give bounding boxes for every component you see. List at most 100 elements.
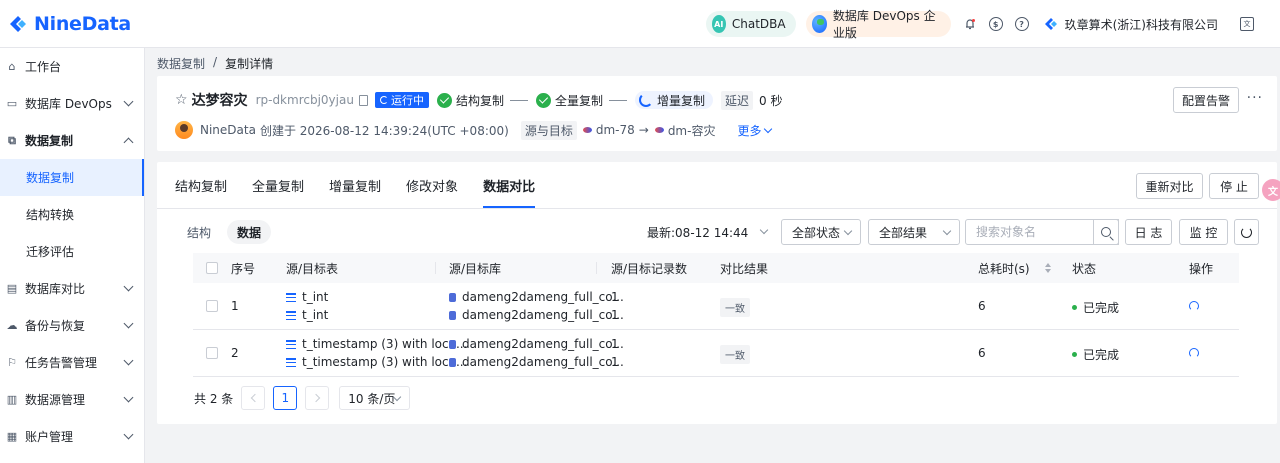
seg-data[interactable]: 数据 [227,220,272,244]
sidebar-item-db-compare[interactable]: ▤ 数据库对比 [0,270,144,307]
sidebar-item-label: 数据复制 [25,134,74,148]
chevron-down-icon [942,226,952,236]
row-no: 2 [231,346,239,360]
sidebar-item-backup[interactable]: ☁ 备份与恢复 [0,307,144,344]
tab-schema-replication[interactable]: 结构复制 [175,162,227,208]
sidebar-item-label: 任务告警管理 [25,356,98,370]
help-icon[interactable]: ? [1014,17,1029,31]
sidebar-item-alarm[interactable]: ⚐ 任务告警管理 [0,344,144,381]
source-table[interactable]: t_timestamp (3) with loca... [302,337,467,351]
target-table[interactable]: t_timestamp (3) with loca... [302,355,467,369]
more-options-icon[interactable]: ··· [1247,90,1263,106]
result-badge: 一致 [720,345,750,364]
sidebar-item-datasource[interactable]: ▥ 数据源管理 [0,381,144,418]
monitor-button[interactable]: 监 控 [1179,219,1228,245]
loading-icon [379,96,388,104]
tab-full-replication[interactable]: 全量复制 [252,162,304,208]
breadcrumb-separator: / [213,55,218,69]
sidebar-item-workbench[interactable]: ⌂ 工作台 [0,48,144,85]
account-icon: ▦ [6,430,18,443]
tab-incremental-replication[interactable]: 增量复制 [329,162,381,208]
breadcrumb-parent[interactable]: 数据复制 [157,55,205,72]
chevron-down-icon [843,226,853,236]
step-label: 增量复制 [656,93,705,108]
sidebar-item-devops[interactable]: ▭ 数据库 DevOps [0,85,144,122]
sidebar-item-label: 备份与恢复 [25,319,86,333]
devops-edition-label: 数据库 DevOps 企业版 [832,9,936,40]
org-logo-icon [1044,18,1057,30]
next-page-button[interactable] [305,386,330,410]
dollar-icon[interactable]: $ [988,17,1003,31]
alarm-icon: ⚐ [7,356,17,369]
row-checkbox[interactable] [206,300,218,312]
col-status: 状态 [1072,261,1097,276]
page-button[interactable]: 1 [273,386,298,410]
latest-value: 08-12 14:44 [675,225,749,240]
recompare-row-icon[interactable] [1189,348,1199,358]
org-name: 玖章算术(浙江)科技有限公司 [1064,17,1218,32]
target-table[interactable]: t_int [302,308,328,322]
page-size-value: 10 条/页 [348,391,396,406]
result-filter-select[interactable]: 全部结果 [868,219,960,245]
prev-page-button[interactable] [241,386,266,410]
app-logo[interactable]: NineData [8,13,131,35]
source-db[interactable]: dm-78 [596,123,635,137]
configure-alarm-button[interactable]: 配置告警 [1173,87,1239,113]
source-count: 1 [611,337,619,351]
devops-edition-button[interactable]: 数据库 DevOps 企业版 [805,9,951,40]
sidebar-sub-replication[interactable]: 数据复制 [0,159,144,196]
result-badge: 一致 [720,298,750,317]
chatdba-label: ChatDBA [731,17,786,31]
log-button[interactable]: 日 志 [1125,219,1172,245]
page-size-select[interactable]: 10 条/页 [339,386,411,410]
col-duration: 总耗时(s) [978,261,1030,276]
step-schema: 结构复制 [436,92,504,109]
compare-icon: ▤ [6,282,18,295]
translate-icon[interactable]: 文 [1240,17,1254,31]
translate-float-icon[interactable]: 文 [1262,179,1280,201]
col-action: 操作 [1189,261,1214,276]
step-label: 全量复制 [554,93,603,108]
success-dot-icon [1072,305,1077,310]
more-label: 更多 [737,123,762,138]
chatdba-button[interactable]: AI ChatDBA [705,11,796,37]
row-no: 1 [231,299,239,313]
bell-icon[interactable] [963,17,977,31]
step-connector [509,99,528,101]
chevron-down-icon [123,281,134,292]
sidebar-item-replication[interactable]: ⧉ 数据复制 [0,122,144,159]
recompare-row-icon[interactable] [1189,301,1199,311]
more-link[interactable]: 更多 [737,122,773,139]
refresh-button[interactable] [1234,219,1259,245]
compare-card: 结构复制 全量复制 增量复制 修改对象 数据对比 重新对比 停 止 结构 数据 … [157,162,1277,424]
tab-data-compare[interactable]: 数据对比 [483,162,536,208]
chevron-left-icon [250,393,260,403]
search-button[interactable] [1093,219,1119,245]
row-checkbox[interactable] [206,347,218,359]
select-all-checkbox[interactable] [206,262,218,274]
sidebar: ⌂ 工作台 ▭ 数据库 DevOps ⧉ 数据复制 数据复制 结构转换 迁移评估… [0,48,145,463]
stop-button[interactable]: 停 止 [1209,173,1259,199]
source-table[interactable]: t_int [302,290,328,304]
chevron-up-icon [123,137,134,148]
copy-icon[interactable] [358,94,368,106]
target-db[interactable]: dm-容灾 [668,122,716,139]
table-row: 2 t_timestamp (3) with loca... t_timesta… [193,330,1239,377]
sidebar-sub-schema-convert[interactable]: 结构转换 [0,196,144,233]
seg-structure[interactable]: 结构 [177,220,221,244]
latest-compare-select[interactable]: 最新: 08-12 14:44 [647,224,769,241]
sidebar-item-label: 账户管理 [25,430,74,444]
source-target-label: 源与目标 [520,120,577,140]
sidebar-item-account[interactable]: ▦ 账户管理 [0,418,144,455]
sidebar-item-label: 数据库对比 [25,282,86,296]
org-switcher[interactable]: 玖章算术(浙江)科技有限公司 [1043,16,1218,33]
table-icon [286,339,296,349]
copy-icon: ⧉ [8,133,16,147]
sort-icon[interactable] [1045,263,1051,273]
star-icon[interactable]: ☆ [175,92,188,108]
chevron-down-icon [123,318,134,329]
recompare-button[interactable]: 重新对比 [1136,173,1203,199]
status-filter-select[interactable]: 全部状态 [781,219,861,245]
tab-modified-objects[interactable]: 修改对象 [406,162,458,208]
sidebar-sub-migration-assess[interactable]: 迁移评估 [0,233,144,270]
